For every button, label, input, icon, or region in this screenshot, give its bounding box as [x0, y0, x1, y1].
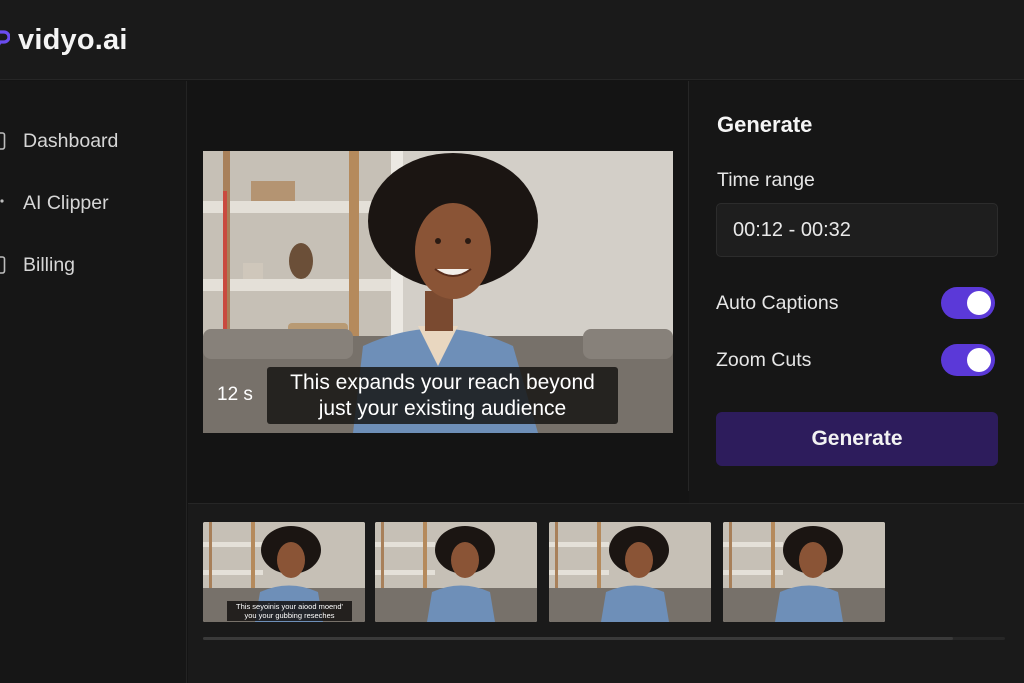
- caption-line: just your existing audience: [318, 397, 567, 420]
- clip-thumbnail[interactable]: [549, 522, 711, 622]
- auto-captions-label: Auto Captions: [716, 292, 839, 314]
- logo-icon: [0, 30, 10, 46]
- thumbnail-image: [375, 522, 537, 622]
- thumbnail-caption-line: This seyoinis your aiood moend': [236, 602, 343, 611]
- billing-icon: [0, 256, 6, 274]
- sidebar-item-label: Dashboard: [23, 129, 119, 152]
- caption-overlay: This expands your reach beyond just your…: [267, 367, 618, 424]
- generate-button[interactable]: Generate: [716, 412, 998, 466]
- dashboard-icon: [0, 132, 6, 150]
- sidebar-item-billing[interactable]: Billing: [0, 247, 186, 283]
- sparkle-icon: [0, 199, 4, 203]
- caption-line: This expands your reach beyond: [290, 371, 595, 394]
- sidebar-item-dashboard[interactable]: Dashboard: [0, 123, 186, 159]
- thumbnail-image: [549, 522, 711, 622]
- time-range-input[interactable]: [716, 203, 998, 257]
- panel-title: Generate: [717, 112, 813, 137]
- zoom-cuts-label: Zoom Cuts: [716, 349, 812, 371]
- clip-thumbnail[interactable]: [375, 522, 537, 622]
- sidebar-item-label: Billing: [23, 253, 76, 276]
- thumbnail-caption-line: you your gubbing reseches: [244, 611, 335, 620]
- sidebar-item-ai-clipper[interactable]: AI Clipper: [0, 185, 186, 221]
- thumbnail-image: [723, 522, 885, 622]
- clip-thumbnail[interactable]: [723, 522, 885, 622]
- toggle-knob: [967, 348, 991, 372]
- sidebar-item-label: AI Clipper: [23, 191, 109, 214]
- app-logo[interactable]: vidyo.ai: [18, 24, 128, 57]
- thumbnail-caption: This seyoinis your aiood moend' you your…: [227, 601, 352, 621]
- sidebar: Dashboard AI Clipper Billing: [0, 81, 187, 683]
- zoom-cuts-toggle[interactable]: [941, 344, 995, 376]
- scrollbar-thumb[interactable]: [203, 637, 953, 640]
- toggle-knob: [967, 291, 991, 315]
- auto-captions-toggle[interactable]: [941, 287, 995, 319]
- time-range-label: Time range: [717, 169, 815, 191]
- timestamp-label: 12 s: [217, 384, 253, 405]
- top-bar: vidyo.ai: [0, 0, 1024, 80]
